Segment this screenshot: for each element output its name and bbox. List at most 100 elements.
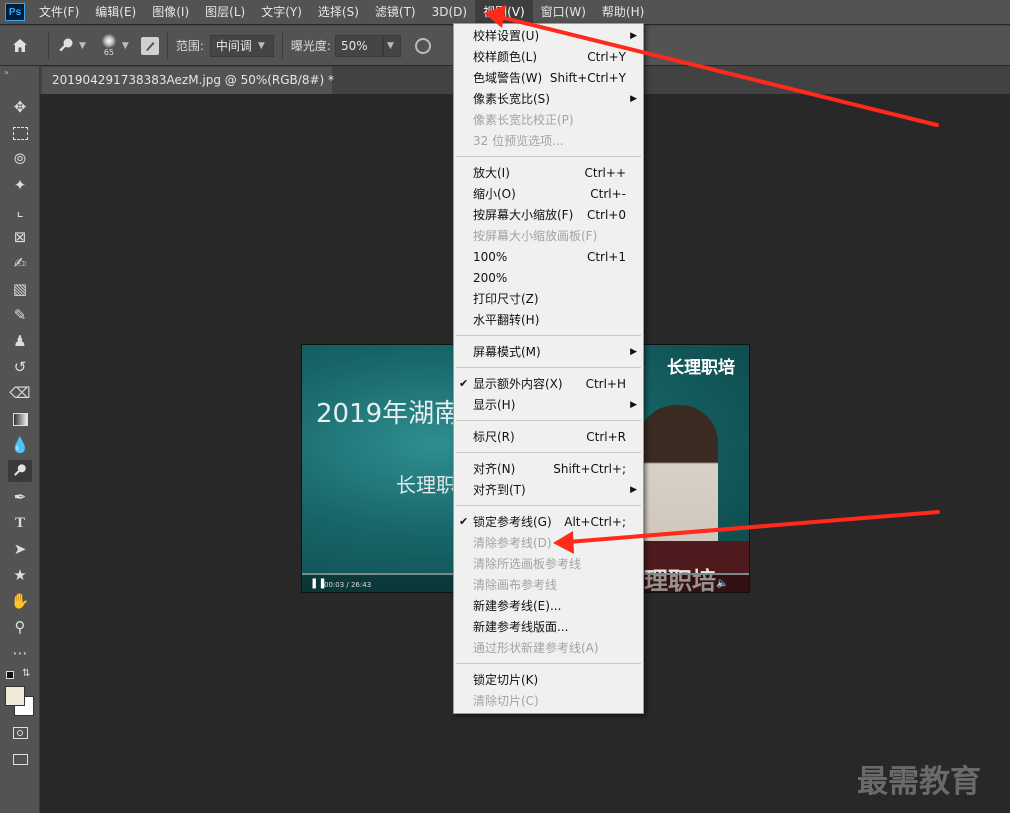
view-menu-item-label: 32 位预览选项... [473,134,564,148]
view-menu-item[interactable]: 屏幕模式(M) ▶ [454,342,643,362]
view-menu-item[interactable]: 缩小(O) Ctrl+- [454,184,643,204]
blur-icon[interactable]: 💧 [8,434,32,456]
swap-colors-icon[interactable]: ⇅ [22,668,30,679]
magic-wand-icon[interactable]: ✦ [8,174,32,196]
shape-icon[interactable]: ★ [8,564,32,586]
home-icon[interactable] [0,38,40,53]
move-icon[interactable]: ✥ [8,96,32,118]
view-menu-item[interactable]: ✔ 显示额外内容(X) Ctrl+H [454,374,643,394]
zoom-icon[interactable]: ⚲ [8,616,32,638]
submenu-arrow-icon: ▶ [630,347,637,357]
airbrush-icon[interactable] [414,37,431,54]
history-brush-icon[interactable]: ↺ [8,356,32,378]
menu-help[interactable]: 帮助(H) [594,0,652,24]
view-menu-item: 通过形状新建参考线(A) [454,638,643,658]
view-menu-item-label: 通过形状新建参考线(A) [473,641,599,655]
brush-icon[interactable]: ✎ [8,304,32,326]
photoshop-logo-icon[interactable]: Ps [5,3,25,21]
view-menu-item-label: 显示(H) [473,398,516,412]
view-menu-item[interactable]: 锁定切片(K) [454,670,643,690]
exposure-input[interactable]: 50% [334,34,383,57]
submenu-arrow-icon: ▶ [630,485,637,495]
view-menu-item[interactable]: 校样设置(U) ▶ [454,26,643,46]
view-menu-item-label: 校样颜色(L) [473,50,538,64]
view-menu-item[interactable]: 新建参考线(E)... [454,596,643,616]
menu-separator [456,663,641,664]
menu-separator [456,156,641,157]
menu-layer[interactable]: 图层(L) [197,0,253,24]
view-menu-item[interactable]: 显示(H) ▶ [454,395,643,415]
view-menu-item: 清除画布参考线 [454,575,643,595]
view-menu-item[interactable]: 对齐到(T) ▶ [454,480,643,500]
divider [48,32,49,59]
view-menu-item[interactable]: 新建参考线版面... [454,617,643,637]
screen-mode-icon[interactable] [8,748,32,770]
view-menu-item-shortcut: Shift+Ctrl+Y [549,71,626,85]
collapse-toolbox-icon[interactable]: » [4,68,9,77]
view-menu-item[interactable]: 100% Ctrl+1 [454,247,643,267]
menu-window[interactable]: 窗口(W) [533,0,594,24]
frame-icon[interactable]: ⊠ [8,226,32,248]
marquee-icon[interactable] [8,122,32,144]
menu-separator [456,452,641,453]
dodge-icon[interactable] [8,460,32,482]
view-menu-item-shortcut: Ctrl+R [586,430,626,444]
view-menu-item-label: 对齐到(T) [473,483,526,497]
view-menu-item[interactable]: 按屏幕大小缩放(F) Ctrl+0 [454,205,643,225]
eraser-icon[interactable]: ⌫ [8,382,32,404]
menu-type[interactable]: 文字(Y) [253,0,310,24]
quick-mask-icon[interactable] [8,722,32,744]
view-menu-item-label: 清除画布参考线 [473,578,558,592]
range-select[interactable]: 中间调 ▼ [209,34,274,57]
view-menu-item-shortcut: Ctrl++ [584,166,626,180]
view-menu-item[interactable]: 像素长宽比(S) ▶ [454,89,643,109]
more-icon[interactable]: ⋯ [8,642,32,664]
view-menu-item-label: 新建参考线版面... [473,620,569,634]
range-label: 范围: [175,39,204,53]
tool-preset-picker[interactable]: ▼ [57,37,86,55]
view-menu-item[interactable]: 对齐(N) Shift+Ctrl+; [454,459,643,479]
view-menu-item[interactable]: 水平翻转(H) [454,310,643,330]
hand-icon[interactable]: ✋ [8,590,32,612]
type-icon[interactable]: T [8,512,32,534]
menu-file[interactable]: 文件(F) [31,0,87,24]
healing-icon[interactable]: ▧ [8,278,32,300]
brush-size-picker[interactable]: 65 ▼ [101,34,129,57]
menu-image[interactable]: 图像(I) [144,0,197,24]
view-menu-item[interactable]: ✔ 锁定参考线(G) Alt+Ctrl+; [454,512,643,532]
view-menu-item-label: 对齐(N) [473,462,516,476]
menu-separator [456,505,641,506]
menu-bar: Ps 文件(F) 编辑(E) 图像(I) 图层(L) 文字(Y) 选择(S) 滤… [0,0,1010,24]
brush-settings-icon[interactable] [140,36,159,55]
gradient-icon[interactable] [8,408,32,430]
menu-filter[interactable]: 滤镜(T) [367,0,424,24]
menu-edit[interactable]: 编辑(E) [87,0,144,24]
path-select-icon[interactable]: ➤ [8,538,32,560]
view-menu-item[interactable]: 标尺(R) Ctrl+R [454,427,643,447]
stamp-icon[interactable]: ♟ [8,330,32,352]
menu-view[interactable]: 视图(V) [475,0,533,24]
default-colors-icon[interactable] [6,671,14,679]
view-menu-item-label: 清除参考线(D) [473,536,552,550]
document-tab-title: 201904291738383AezM.jpg @ 50%(RGB/8#) * [52,73,335,87]
view-menu-item[interactable]: 色域警告(W) Shift+Ctrl+Y [454,68,643,88]
menu-select[interactable]: 选择(S) [310,0,367,24]
view-menu-item[interactable]: 校样颜色(L) Ctrl+Y [454,47,643,67]
crop-icon[interactable]: ⌞ [8,200,32,222]
view-menu-item-shortcut: Alt+Ctrl+; [564,515,626,529]
view-menu-item[interactable]: 200% [454,268,643,288]
view-menu-item: 清除所选画板参考线 [454,554,643,574]
view-menu-item-shortcut: Ctrl+0 [586,208,626,222]
view-menu-item-label: 水平翻转(H) [473,313,540,327]
eyedropper-icon[interactable]: ✍ [8,252,32,274]
exposure-dropdown-button[interactable]: ▼ [382,34,401,57]
pen-icon[interactable]: ✒ [8,486,32,508]
menu-3d[interactable]: 3D(D) [424,0,475,24]
foreground-color-swatch[interactable] [5,686,25,706]
document-tab[interactable]: 201904291738383AezM.jpg @ 50%(RGB/8#) * [42,67,335,94]
view-menu-item-label: 显示额外内容(X) [473,377,563,391]
view-menu-item[interactable]: 打印尺寸(Z) [454,289,643,309]
view-menu-item-shortcut: Ctrl+H [585,377,626,391]
lasso-icon[interactable]: ⦾ [8,148,32,170]
view-menu-item[interactable]: 放大(I) Ctrl++ [454,163,643,183]
